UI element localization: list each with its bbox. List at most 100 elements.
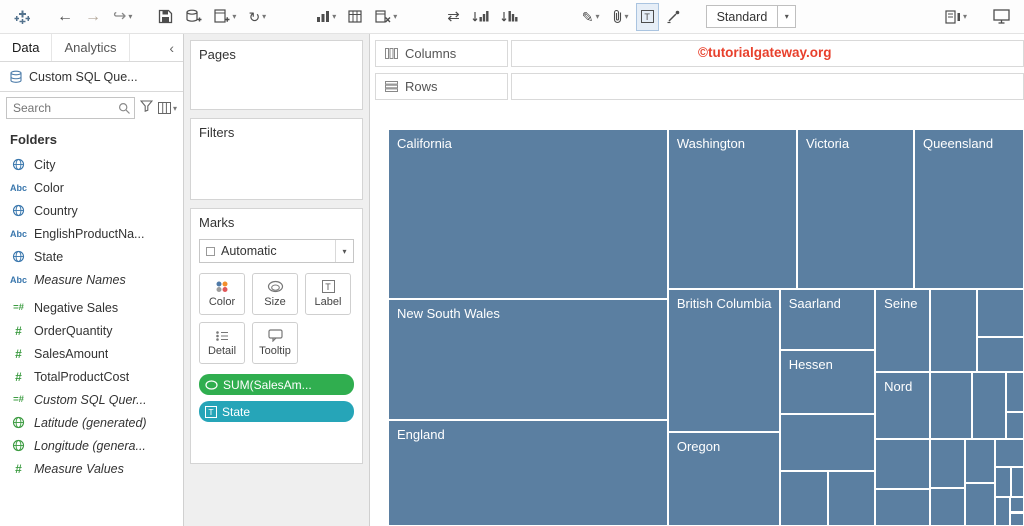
pages-card[interactable]: Pages	[190, 40, 363, 110]
undo-button[interactable]: ←	[53, 4, 77, 30]
replay-button[interactable]: ↪ ▾	[109, 4, 136, 30]
collapse-pane-button[interactable]: ‹	[160, 34, 183, 61]
treemap-cell[interactable]	[929, 487, 965, 526]
tab-analytics[interactable]: Analytics	[52, 34, 130, 61]
show-hide-cards-button[interactable]: ▾	[941, 4, 971, 30]
treemap-cell-nord[interactable]: Nord	[875, 372, 930, 440]
treemap-cell-california[interactable]: California	[388, 129, 668, 299]
treemap-cell-new-south-wales[interactable]: New South Wales	[388, 298, 668, 421]
presentation-mode-button[interactable]	[989, 4, 1014, 30]
detail-button[interactable]: Detail	[199, 322, 245, 364]
treemap-cell-victoria[interactable]: Victoria	[796, 129, 914, 289]
field-latitude-generated[interactable]: Latitude (generated)	[0, 411, 183, 434]
sort-ascending-button[interactable]	[468, 4, 493, 30]
clear-sheet-button[interactable]: ▾	[371, 4, 401, 30]
treemap-cell[interactable]	[994, 496, 1010, 526]
treemap-cell-washington[interactable]: Washington	[667, 129, 797, 289]
treemap-cell[interactable]	[1006, 372, 1024, 413]
treemap-cell[interactable]	[1011, 467, 1024, 497]
redo-button[interactable]: →	[81, 4, 105, 30]
size-button-label: Size	[264, 296, 286, 308]
field-state[interactable]: State	[0, 245, 183, 268]
marks-card: Marks Automatic ▾ Color Size T Label Det…	[190, 208, 363, 464]
treemap-cell-england[interactable]: England	[388, 420, 668, 526]
treemap-cell[interactable]	[976, 337, 1024, 373]
treemap-cell[interactable]	[964, 439, 995, 484]
chevron-down-icon: ▾	[962, 12, 967, 21]
columns-shelf[interactable]: ©tutorialgateway.org	[511, 40, 1024, 67]
treemap-cell[interactable]	[1006, 412, 1024, 440]
rows-shelf[interactable]	[511, 73, 1024, 100]
field-englishproductna[interactable]: Abc EnglishProductNa...	[0, 222, 183, 245]
new-data-source-button[interactable]	[181, 4, 206, 30]
treemap-cell[interactable]	[994, 439, 1024, 468]
treemap-cell[interactable]	[1010, 512, 1024, 526]
treemap-cell-british-columbia[interactable]: British Columbia	[667, 288, 780, 432]
new-worksheet-button[interactable]: ▾	[210, 4, 240, 30]
treemap-cell[interactable]	[779, 470, 829, 526]
treemap-cell-oregon[interactable]: Oregon	[667, 431, 780, 526]
sort-descending-button[interactable]	[497, 4, 522, 30]
treemap-cell[interactable]	[929, 372, 973, 440]
fit-selector[interactable]: Standard ▾	[705, 5, 797, 28]
group-members-button[interactable]: ▾	[608, 4, 633, 30]
mark-type-dropdown[interactable]: Automatic ▾	[199, 239, 354, 263]
treemap-cell[interactable]	[1010, 496, 1024, 513]
show-hide-cards-icon	[945, 9, 960, 24]
treemap-cell[interactable]	[875, 488, 930, 526]
save-icon	[159, 9, 173, 24]
refresh-button[interactable]: ↻ ▾	[244, 4, 270, 30]
view-options-button[interactable]: ▾	[157, 102, 177, 114]
tooltip-icon	[267, 329, 283, 342]
pill-sum-salesamount[interactable]: SUM(SalesAm...	[199, 374, 354, 395]
field-measure-values[interactable]: # Measure Values	[0, 457, 183, 480]
treemap-cell[interactable]	[828, 470, 876, 526]
columns-shelf-header: Columns	[375, 40, 508, 67]
pages-card-title: Pages	[199, 47, 236, 62]
filters-card[interactable]: Filters	[190, 118, 363, 200]
treemap-cell[interactable]	[964, 483, 995, 526]
field-longitude-genera[interactable]: Longitude (genera...	[0, 434, 183, 457]
size-button[interactable]: Size	[252, 273, 298, 315]
treemap-cell[interactable]	[929, 439, 965, 488]
save-button[interactable]	[154, 4, 177, 30]
field-color[interactable]: Abc Color	[0, 176, 183, 199]
swap-rows-columns-button[interactable]: ⇄	[443, 4, 464, 30]
treemap-cell-saarland[interactable]: Saarland	[779, 288, 876, 351]
highlight-button[interactable]: ✎ ▾	[578, 4, 604, 30]
label-button[interactable]: T Label	[305, 273, 351, 315]
treemap-cell[interactable]	[779, 414, 876, 471]
field-totalproductcost[interactable]: # TotalProductCost	[0, 365, 183, 388]
treemap-cell-label: Saarland	[788, 295, 841, 311]
treemap-cell-hessen[interactable]: Hessen	[779, 350, 876, 415]
field-measure-names[interactable]: Abc Measure Names	[0, 268, 183, 291]
filter-fields-button[interactable]	[139, 99, 154, 117]
field-negative-sales[interactable]: =# Negative Sales	[0, 296, 183, 319]
show-mark-labels-button[interactable]: T	[635, 2, 659, 31]
tooltip-button[interactable]: Tooltip	[252, 322, 298, 364]
field-custom-sql-quer[interactable]: =# Custom SQL Quer...	[0, 388, 183, 411]
tableau-logo[interactable]	[10, 4, 35, 30]
fix-axes-button[interactable]	[662, 4, 684, 30]
field-city[interactable]: City	[0, 153, 183, 176]
duplicate-sheet-button[interactable]	[344, 4, 367, 30]
search-input[interactable]	[7, 98, 134, 118]
treemap-cell[interactable]	[994, 467, 1012, 497]
field-country[interactable]: Country	[0, 199, 183, 222]
treemap-cell[interactable]	[976, 288, 1024, 338]
pill-state[interactable]: T State	[199, 401, 354, 422]
datasource-item[interactable]: Custom SQL Que...	[0, 62, 183, 92]
duplicate-sheet-icon	[348, 9, 362, 23]
columns-shelf-label: Columns	[405, 46, 457, 61]
field-salesamount[interactable]: # SalesAmount	[0, 342, 183, 365]
field-orderquantity[interactable]: # OrderQuantity	[0, 319, 183, 342]
treemap-cell[interactable]	[875, 439, 930, 489]
color-button[interactable]: Color	[199, 273, 245, 315]
sort-descending-icon	[501, 11, 518, 22]
tab-data[interactable]: Data	[0, 34, 53, 61]
treemap-cell[interactable]	[929, 288, 977, 373]
bar-chart-view-button[interactable]: ▾	[312, 4, 340, 30]
treemap-cell[interactable]	[972, 372, 1007, 440]
treemap-cell-queensland[interactable]: Queensland	[913, 129, 1024, 289]
treemap-cell-seine[interactable]: Seine	[875, 288, 930, 373]
